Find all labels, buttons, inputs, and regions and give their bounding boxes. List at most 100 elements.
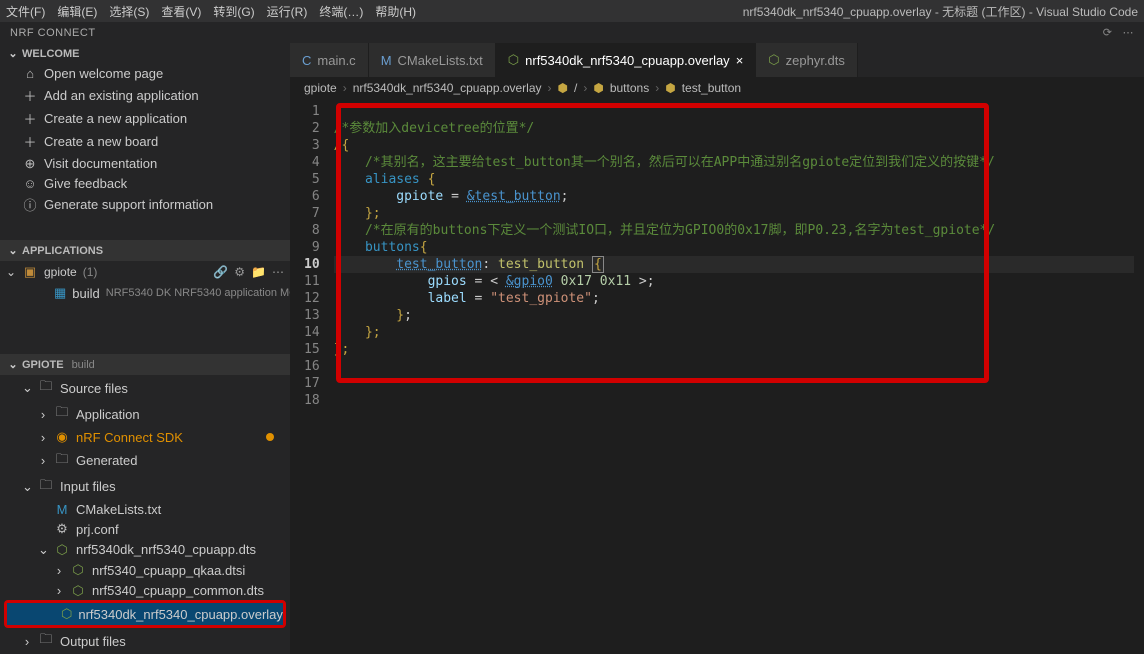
tree-dts1[interactable]: ⌄⬡nrf5340dk_nrf5340_cpuapp.dts bbox=[0, 540, 290, 561]
dts-icon: ⬡ bbox=[70, 562, 86, 578]
code-line-11: gpios = < &gpio0 0x17 0x11 >; bbox=[334, 273, 1134, 290]
plus-icon: ＋ bbox=[22, 132, 38, 151]
link-icon[interactable]: 🔗 bbox=[213, 265, 228, 279]
tab-zephyr[interactable]: ⬡zephyr.dts bbox=[756, 43, 858, 77]
chevron-right-icon: › bbox=[38, 453, 48, 468]
tree-nrf-sdk[interactable]: ›◉nRF Connect SDK bbox=[0, 427, 290, 448]
chevron-right-icon: › bbox=[54, 563, 64, 578]
plus-icon: ＋ bbox=[22, 109, 38, 128]
welcome-docs[interactable]: ⊕Visit documentation bbox=[0, 153, 290, 174]
code-line-14: }; bbox=[334, 324, 1134, 341]
menu-goto[interactable]: 转到(G) bbox=[213, 3, 254, 20]
home-icon: ⌂ bbox=[22, 66, 38, 81]
refresh-icon[interactable]: ⟳ bbox=[1103, 26, 1113, 39]
menu-view[interactable]: 查看(V) bbox=[161, 3, 201, 20]
folder-icon: 🗀 bbox=[54, 403, 70, 425]
crumb-1[interactable]: gpiote bbox=[304, 81, 337, 95]
code-line-10: test_button: test_button { bbox=[334, 256, 1134, 273]
folder-icon: 🗀 bbox=[38, 630, 54, 652]
chevron-down-icon: ⌄ bbox=[22, 479, 32, 495]
app-name: gpiote bbox=[44, 265, 77, 279]
nrf-connect-header: NRF CONNECT ⟳ ⋯ bbox=[0, 22, 1144, 43]
menubar: 文件(F) 编辑(E) 选择(S) 查看(V) 转到(G) 运行(R) 终端(…… bbox=[0, 0, 1144, 22]
welcome-open-page[interactable]: ⌂Open welcome page bbox=[0, 64, 290, 84]
crumb-3[interactable]: / bbox=[574, 81, 577, 95]
build-desc: NRF5340 DK NRF5340 application MCU bbox=[106, 287, 290, 299]
menu-run[interactable]: 运行(R) bbox=[267, 3, 308, 20]
tree-dtsi[interactable]: ›⬡nrf5340_cpuapp_qkaa.dtsi bbox=[0, 560, 290, 581]
folder-icon: 🗀 bbox=[38, 476, 54, 498]
chevron-down-icon: ⌄ bbox=[8, 358, 18, 371]
menu-help[interactable]: 帮助(H) bbox=[375, 3, 416, 20]
code-line-3: /{ bbox=[334, 137, 1134, 154]
more-icon[interactable]: ⋯ bbox=[272, 265, 284, 279]
tab-cmake[interactable]: MCMakeLists.txt bbox=[369, 43, 496, 77]
tree-cmakelists[interactable]: MCMakeLists.txt bbox=[0, 500, 290, 520]
welcome-feedback[interactable]: ☺Give feedback bbox=[0, 174, 290, 194]
folder-open-icon[interactable]: 📁 bbox=[251, 265, 266, 279]
editor-area: Cmain.c MCMakeLists.txt ⬡nrf5340dk_nrf53… bbox=[290, 43, 1144, 654]
code-line-4: /*其别名，这主要给test_button其一个别名，然后可以在APP中通过别名… bbox=[334, 154, 1134, 171]
section-applications-label: APPLICATIONS bbox=[22, 245, 103, 257]
tree-source-files[interactable]: ⌄🗀Source files bbox=[0, 375, 290, 401]
section-welcome-label: WELCOME bbox=[22, 48, 79, 60]
tree-application[interactable]: ›🗀Application bbox=[0, 401, 290, 427]
applications-app[interactable]: ⌄ ▣ gpiote (1) 🔗 ⚙ 📁 ⋯ bbox=[0, 261, 290, 283]
line-gutter: 123456789101112131415161718 bbox=[300, 103, 334, 409]
code-line-18 bbox=[334, 392, 1134, 409]
crumb-5[interactable]: test_button bbox=[682, 81, 741, 95]
tab-overlay[interactable]: ⬡nrf5340dk_nrf5340_cpuapp.overlay× bbox=[496, 43, 757, 77]
welcome-support[interactable]: ⓘGenerate support information bbox=[0, 193, 290, 216]
code-line-9: buttons{ bbox=[334, 239, 1134, 256]
code-line-7: }; bbox=[334, 205, 1134, 222]
crumb-4[interactable]: buttons bbox=[610, 81, 649, 95]
close-icon[interactable]: × bbox=[736, 53, 744, 68]
modified-dot bbox=[266, 433, 274, 441]
chip-icon: ▦ bbox=[54, 285, 66, 301]
breadcrumb[interactable]: gpiote› nrf5340dk_nrf5340_cpuapp.overlay… bbox=[290, 77, 1144, 99]
folder-icon: 🗀 bbox=[38, 377, 54, 399]
code-editor[interactable]: 123456789101112131415161718 /*参数加入device… bbox=[290, 99, 1144, 654]
welcome-add-app[interactable]: ＋Add an existing application bbox=[0, 84, 290, 107]
code-line-13: }; bbox=[334, 307, 1134, 324]
welcome-create-app[interactable]: ＋Create a new application bbox=[0, 107, 290, 130]
code-line-16 bbox=[334, 358, 1134, 375]
code-lines[interactable]: /*参数加入devicetree的位置*/ /{ /*其别名，这主要给test_… bbox=[334, 103, 1134, 409]
tree-output-files[interactable]: ›🗀Output files bbox=[0, 628, 290, 654]
tree-dts2[interactable]: ›⬡nrf5340_cpuapp_common.dts bbox=[0, 581, 290, 602]
tree-prjconf[interactable]: ⚙prj.conf bbox=[0, 519, 290, 540]
build-icon[interactable]: ⚙ bbox=[234, 265, 245, 279]
section-applications[interactable]: ⌄ APPLICATIONS bbox=[0, 240, 290, 261]
build-label: build bbox=[72, 286, 99, 301]
menu-select[interactable]: 选择(S) bbox=[109, 3, 149, 20]
node-icon: ⬢ bbox=[593, 81, 603, 95]
welcome-create-board[interactable]: ＋Create a new board bbox=[0, 130, 290, 153]
menu-terminal[interactable]: 终端(…) bbox=[319, 3, 363, 20]
tab-mainc[interactable]: Cmain.c bbox=[290, 43, 369, 77]
dts-icon: ⬡ bbox=[70, 583, 86, 599]
tree-generated[interactable]: ›🗀Generated bbox=[0, 448, 290, 474]
menu-file[interactable]: 文件(F) bbox=[6, 3, 45, 20]
plus-icon: ＋ bbox=[22, 86, 38, 105]
chevron-down-icon: ⌄ bbox=[38, 542, 48, 558]
section-gpiote-label: GPIOTE bbox=[22, 359, 64, 371]
chevron-right-icon: › bbox=[38, 407, 48, 422]
tree-overlay-selected[interactable]: ⬡nrf5340dk_nrf5340_cpuapp.overlay bbox=[7, 603, 283, 625]
nrf-icon: ◉ bbox=[54, 429, 70, 445]
sidebar: ⌄ WELCOME ⌂Open welcome page ＋Add an exi… bbox=[0, 43, 290, 654]
info-icon: ⓘ bbox=[22, 195, 38, 214]
dts-icon: ⬡ bbox=[54, 542, 70, 558]
globe-icon: ⊕ bbox=[22, 156, 38, 172]
crumb-2[interactable]: nrf5340dk_nrf5340_cpuapp.overlay bbox=[353, 81, 542, 95]
more-icon[interactable]: ⋯ bbox=[1123, 26, 1135, 39]
section-welcome[interactable]: ⌄ WELCOME bbox=[0, 43, 290, 64]
app-count: (1) bbox=[83, 265, 98, 279]
tree-input-files[interactable]: ⌄🗀Input files bbox=[0, 474, 290, 500]
tabs-bar: Cmain.c MCMakeLists.txt ⬡nrf5340dk_nrf53… bbox=[290, 43, 1144, 77]
code-line-2: /*参数加入devicetree的位置*/ bbox=[334, 120, 1134, 137]
section-gpiote[interactable]: ⌄ GPIOTE build bbox=[0, 354, 290, 375]
code-line-1 bbox=[334, 103, 1134, 120]
menu-edit[interactable]: 编辑(E) bbox=[57, 3, 97, 20]
applications-build[interactable]: ▦ build NRF5340 DK NRF5340 application M… bbox=[0, 283, 290, 304]
highlight-box-file: ⬡nrf5340dk_nrf5340_cpuapp.overlay bbox=[4, 600, 286, 628]
